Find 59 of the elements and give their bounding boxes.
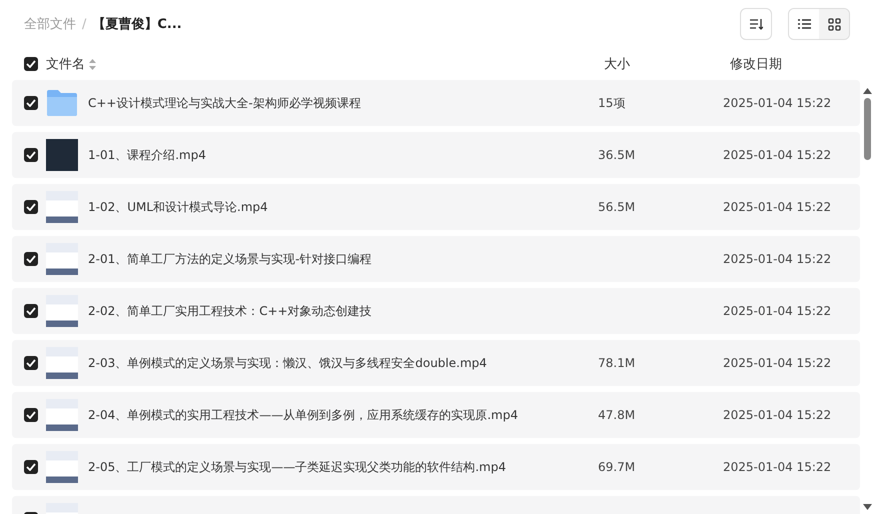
file-row[interactable]: 2-04、单例模式的实用工程技术——从单例到多例，应用系统缓存的实现原.mp4 47.8M 2025-01-04 15:22	[12, 392, 860, 438]
list-view-button[interactable]	[789, 9, 819, 39]
video-thumbnail	[46, 399, 78, 431]
file-name: 2-02、简单工厂实用工程技术：C++对象动态创建技	[88, 302, 373, 320]
scroll-down-icon[interactable]	[862, 504, 872, 510]
row-checkbox[interactable]	[24, 148, 38, 162]
file-size: 78.1M	[598, 356, 636, 370]
modified-date: 2025-01-04 15:22	[723, 304, 832, 318]
scroll-up-icon[interactable]	[862, 88, 872, 94]
file-name: 2-03、单例模式的定义场景与实现：懒汉、饿汉与多线程安全double.mp4	[88, 354, 488, 372]
modified-date: 2025-01-04 15:22	[723, 408, 832, 422]
row-checkbox[interactable]	[24, 304, 38, 318]
file-row[interactable]: 1-02、UML和设计模式导论.mp4 56.5M 2025-01-04 15:22	[12, 184, 860, 230]
file-name: 1-02、UML和设计模式导论.mp4	[88, 198, 269, 216]
sort-button[interactable]	[740, 8, 772, 40]
file-row[interactable]: 2-03、单例模式的定义场景与实现：懒汉、饿汉与多线程安全double.mp4 78.1M 2025-01-04 15:22	[12, 340, 860, 386]
file-size: 15项	[598, 94, 626, 112]
modified-date: 2025-01-04 15:22	[723, 200, 832, 214]
row-checkbox[interactable]	[24, 356, 38, 370]
row-checkbox[interactable]	[24, 200, 38, 214]
row-checkbox[interactable]	[24, 408, 38, 422]
row-checkbox[interactable]	[24, 460, 38, 474]
file-row[interactable]: 2-01、简单工厂方法的定义场景与实现-针对接口编程 2025-01-04 15:22	[12, 236, 860, 282]
modified-date: 2025-01-04 15:22	[723, 356, 832, 370]
column-header[interactable]: 大小	[604, 55, 664, 73]
file-row[interactable]: 1-01、课程介绍.mp4 36.5M 2025-01-04 15:22	[12, 132, 860, 178]
breadcrumb-separator: /	[82, 16, 86, 32]
modified-date: 2025-01-04 15:22	[723, 460, 832, 474]
modified-date: 2025-01-04 15:22	[723, 96, 832, 110]
video-thumbnail	[46, 295, 78, 327]
video-thumbnail	[46, 451, 78, 483]
file-size: 36.5M	[598, 148, 636, 162]
file-name: 1-01、课程介绍.mp4	[88, 146, 207, 164]
file-row[interactable]: 2-05、工厂模式的定义场景与实现——子类延迟实现父类功能的软件结构.mp4 69.7M 2025-01-04 15:22	[12, 444, 860, 490]
file-size: 47.8M	[598, 408, 636, 422]
video-thumbnail	[46, 191, 78, 223]
modified-date: 2025-01-04 15:22	[723, 252, 832, 266]
row-checkbox[interactable]	[24, 96, 38, 110]
sort-arrows-icon	[89, 58, 96, 70]
file-size: 69.7M	[598, 460, 636, 474]
column-header[interactable]: 文件名	[46, 55, 85, 73]
file-row[interactable]: C++设计模式理论与实战大全-架构师必学视频课程 15项 2025-01-04 15:22	[12, 80, 860, 126]
file-name: C++设计模式理论与实战大全-架构师必学视频课程	[88, 94, 362, 112]
file-row[interactable]: 2-02、简单工厂实用工程技术：C++对象动态创建技 2025-01-04 15:22	[12, 288, 860, 334]
video-thumbnail	[46, 243, 78, 275]
row-checkbox[interactable]	[24, 252, 38, 266]
list-icon	[798, 18, 810, 30]
file-size: 56.5M	[598, 200, 636, 214]
file-name: 2-04、单例模式的实用工程技术——从单例到多例，应用系统缓存的实现原.mp4	[88, 406, 519, 424]
column-header[interactable]: 修改日期	[730, 55, 782, 73]
sort-icon	[749, 17, 763, 31]
file-name: 2-05、工厂模式的定义场景与实现——子类延迟实现父类功能的软件结构.mp4	[88, 458, 507, 476]
select-all-checkbox[interactable]	[24, 57, 38, 71]
video-thumbnail	[46, 347, 78, 379]
folder-icon	[46, 89, 78, 117]
file-name: 2-01、简单工厂方法的定义场景与实现-针对接口编程	[88, 250, 373, 268]
modified-date: 2025-01-04 15:22	[723, 148, 832, 162]
video-thumbnail	[46, 139, 78, 171]
grid-icon	[828, 18, 840, 30]
